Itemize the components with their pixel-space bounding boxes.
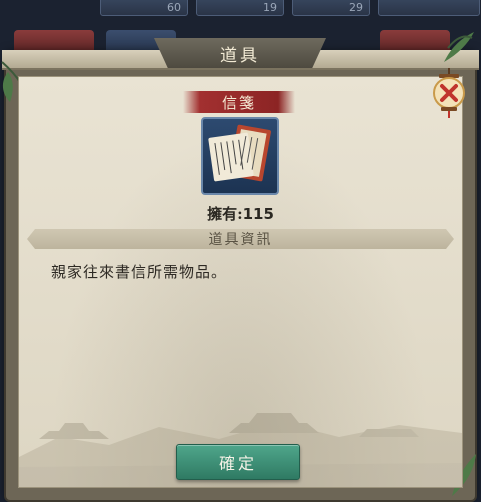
- inventory-slot: 60: [100, 0, 188, 16]
- item-info-header: 道具資訊: [27, 229, 454, 249]
- dialog-title-plate: 道具: [154, 38, 326, 68]
- inventory-slot: 29: [292, 0, 370, 16]
- owned-label: 擁有:: [207, 205, 243, 223]
- close-lantern-icon: [433, 68, 465, 118]
- inventory-slot: [378, 0, 480, 16]
- close-button[interactable]: [432, 68, 466, 118]
- owned-count-line: 擁有:115: [19, 203, 462, 224]
- item-name: 信箋: [221, 93, 256, 112]
- confirm-button[interactable]: 確定: [176, 444, 300, 480]
- bamboo-leaf-decoration: [444, 32, 474, 62]
- inventory-slot: 19: [196, 0, 284, 16]
- slot-count: 29: [349, 1, 363, 14]
- item-icon-frame: [201, 117, 279, 195]
- item-name-ribbon: 信箋: [183, 91, 295, 113]
- item-info-dialog: 道具 信箋 擁有:115 道具資訊 親家往來書信所需物品。 確定: [1, 32, 479, 500]
- owned-count: 115: [242, 205, 274, 223]
- slot-count: 19: [263, 1, 277, 14]
- inventory-tab: [14, 30, 94, 52]
- letter-paper-icon: [208, 124, 271, 182]
- slot-count: 60: [167, 1, 181, 14]
- dialog-content-panel: 信箋 擁有:115 道具資訊 親家往來書信所需物品。 確定: [18, 76, 463, 488]
- item-info-header-label: 道具資訊: [208, 232, 273, 248]
- item-description: 親家往來書信所需物品。: [51, 263, 228, 281]
- dialog-title: 道具: [220, 45, 260, 66]
- confirm-button-label: 確定: [218, 454, 257, 473]
